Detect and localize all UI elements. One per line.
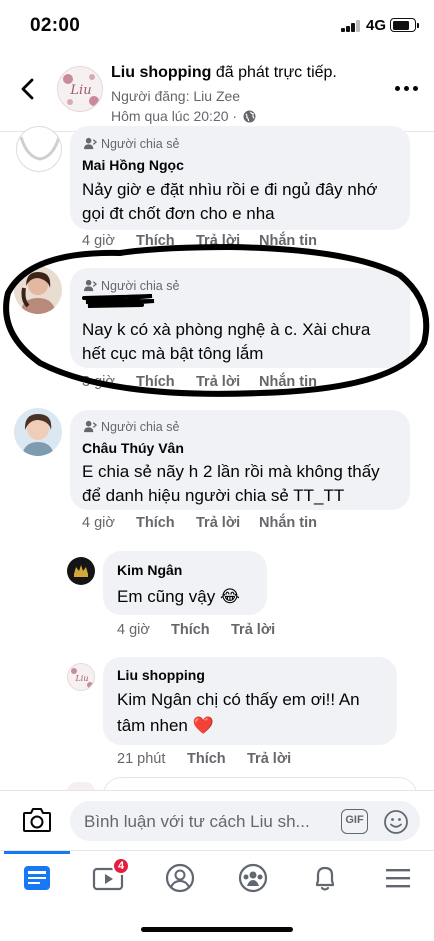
reply-button[interactable]: Trả lời <box>196 374 240 390</box>
message-button[interactable]: Nhắn tin <box>259 515 317 531</box>
reply-text: Em cũng vậy 😂 <box>117 585 240 609</box>
comment-text-line: gọi đt chốt đơn cho e nha <box>82 204 275 223</box>
like-button[interactable]: Thích <box>136 233 175 249</box>
smiley-icon[interactable] <box>383 809 409 835</box>
reply-button[interactable]: Trả lời <box>247 751 291 767</box>
reply-text-line: Em cũng vậy <box>117 587 216 606</box>
commenter-avatar[interactable] <box>14 408 62 456</box>
reply-text: tâm nhen ❤️ <box>117 714 214 738</box>
sharer-badge-icon <box>84 279 98 292</box>
comment-time: 3 giờ <box>82 374 115 390</box>
commenter-avatar[interactable] <box>16 126 62 172</box>
sharer-badge-icon <box>84 137 98 150</box>
sharer-badge: Người chia sẻ <box>84 137 179 151</box>
like-button[interactable]: Thích <box>187 751 226 767</box>
sharer-badge-label: Người chia sẻ <box>101 420 180 434</box>
post-header: Liu Liu shopping đã phát trực tiếp. Ngườ… <box>0 48 434 132</box>
reply-text-line: tâm nhen <box>117 716 188 735</box>
status-bar: 02:00 4G <box>0 0 434 48</box>
svg-text:Liu: Liu <box>69 83 91 98</box>
signal-icon <box>341 20 361 32</box>
comment-input-placeholder: Bình luận với tư cách Liu sh... <box>84 812 310 831</box>
sharer-badge: Người chia sẻ <box>84 420 179 434</box>
network-label: 4G <box>366 17 387 34</box>
more-icon[interactable] <box>395 86 419 92</box>
watch-notification-badge: 4 <box>112 857 130 875</box>
heart-emoji: ❤️ <box>192 716 214 735</box>
replier-avatar[interactable] <box>67 557 95 585</box>
commenter-name[interactable]: Châu Thúy Vân <box>82 440 184 456</box>
comment-composer: Bình luận với tư cách Liu sh... GIF <box>0 790 434 850</box>
commenter-name[interactable]: Mai Hồng Ngọc <box>82 157 184 173</box>
replier-name[interactable]: Kim Ngân <box>117 562 182 578</box>
post-action: đã phát trực tiếp. <box>211 64 337 81</box>
groups-icon[interactable] <box>233 861 273 895</box>
feed-icon[interactable] <box>17 861 57 895</box>
sharer-badge-label: Người chia sẻ <box>101 137 180 151</box>
back-arrow-icon[interactable] <box>16 74 40 104</box>
reply-button[interactable]: Trả lời <box>196 233 240 249</box>
comment-time: 4 giờ <box>82 233 115 249</box>
battery-icon <box>390 18 419 32</box>
commenter-avatar[interactable] <box>14 266 62 314</box>
reply-button[interactable]: Trả lời <box>231 622 275 638</box>
laughing-emoji: 😂 <box>220 587 240 606</box>
message-button[interactable]: Nhắn tin <box>259 233 317 249</box>
gif-icon[interactable]: GIF <box>341 809 368 834</box>
sharer-badge-label: Người chia sẻ <box>101 279 180 293</box>
comment-text-line: Nảy giờ e đặt nhìu rồi e đi ngủ đây nhớ <box>82 180 378 199</box>
post-title: Liu shopping đã phát trực tiếp. <box>111 64 337 82</box>
message-button[interactable]: Nhắn tin <box>259 374 317 390</box>
sharer-badge: Người chia sẻ <box>84 279 179 293</box>
page-name-link[interactable]: Liu shopping <box>111 64 211 81</box>
reply-time: 21 phút <box>117 751 166 767</box>
page-avatar[interactable]: Liu <box>57 66 103 112</box>
reply-time: 4 giờ <box>117 622 150 638</box>
comment-text-line: Nay k có xà phòng nghệ à c. Xài chưa <box>82 320 371 339</box>
profile-icon[interactable] <box>160 861 200 895</box>
globe-icon <box>243 110 256 123</box>
comment-input[interactable]: Bình luận với tư cách Liu sh... GIF <box>70 801 420 841</box>
active-tab-indicator <box>4 851 70 854</box>
reply-text-line: Kim Ngân chị có thấy em ơi!! An <box>117 690 360 709</box>
bottom-tab-bar: 4 <box>0 850 434 941</box>
camera-icon[interactable] <box>22 807 52 833</box>
menu-icon[interactable] <box>378 861 418 895</box>
comment-text-line: để danh hiệu người chia sẻ TT_TT <box>82 486 345 505</box>
post-time: Hôm qua lúc 20:20 · <box>111 108 256 124</box>
replier-name[interactable]: Liu shopping <box>117 667 205 683</box>
sharer-badge-icon <box>84 420 98 433</box>
comment-text-line: hết cục mà bật tông lắm <box>82 344 264 363</box>
like-button[interactable]: Thích <box>136 515 175 531</box>
replier-avatar[interactable]: Liu <box>67 663 95 691</box>
svg-text:Liu: Liu <box>74 674 88 683</box>
comment-time: 4 giờ <box>82 515 115 531</box>
post-time-text: Hôm qua lúc 20:20 · <box>111 108 241 124</box>
poster-label: Người đăng: Liu Zee <box>111 88 241 104</box>
like-button[interactable]: Thích <box>136 374 175 390</box>
comment-text-line: E chia sẻ nãy h 2 lần rồi mà không thấy <box>82 462 380 481</box>
home-indicator <box>141 927 293 932</box>
like-button[interactable]: Thích <box>171 622 210 638</box>
status-time: 02:00 <box>30 15 81 36</box>
reply-button[interactable]: Trả lời <box>196 515 240 531</box>
bell-icon[interactable] <box>305 861 345 895</box>
